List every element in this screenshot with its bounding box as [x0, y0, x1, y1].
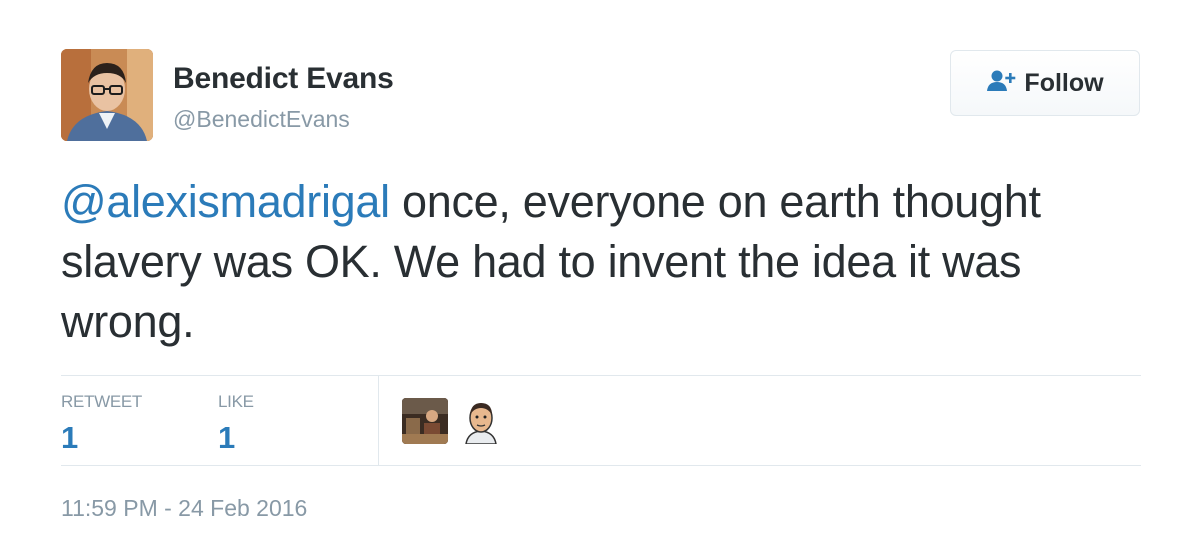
liker-avatar[interactable] — [402, 398, 448, 444]
retweet-label: RETWEET — [61, 392, 143, 411]
liker-avatar-image — [458, 398, 504, 444]
author-handle[interactable]: @BenedictEvans — [173, 106, 350, 133]
stats-vertical-divider — [378, 376, 379, 465]
author-display-name[interactable]: Benedict Evans — [173, 62, 394, 96]
retweet-count: 1 — [61, 420, 79, 455]
retweet-stat[interactable]: RETWEET 1 — [61, 392, 142, 456]
like-stat[interactable]: LIKE 1 — [218, 392, 254, 456]
stats-divider-bottom — [61, 465, 1141, 466]
liker-avatar-image — [402, 398, 448, 444]
follow-button-label: Follow — [1024, 68, 1104, 97]
mention-link[interactable]: @alexismadrigal — [61, 176, 390, 227]
stats-divider-top — [61, 375, 1141, 376]
follow-user-icon — [986, 69, 1016, 98]
liker-avatar[interactable] — [458, 398, 504, 444]
author-avatar-image — [61, 49, 153, 141]
like-label: LIKE — [218, 392, 254, 411]
follow-button[interactable]: Follow — [950, 50, 1140, 116]
tweet-timestamp[interactable]: 11:59 PM - 24 Feb 2016 — [61, 495, 307, 522]
like-count: 1 — [218, 420, 236, 455]
tweet-text: @alexismadrigal once, everyone on earth … — [61, 172, 1151, 352]
tweet-card: Benedict Evans @BenedictEvans Follow @al… — [0, 0, 1200, 551]
author-avatar[interactable] — [61, 49, 153, 141]
